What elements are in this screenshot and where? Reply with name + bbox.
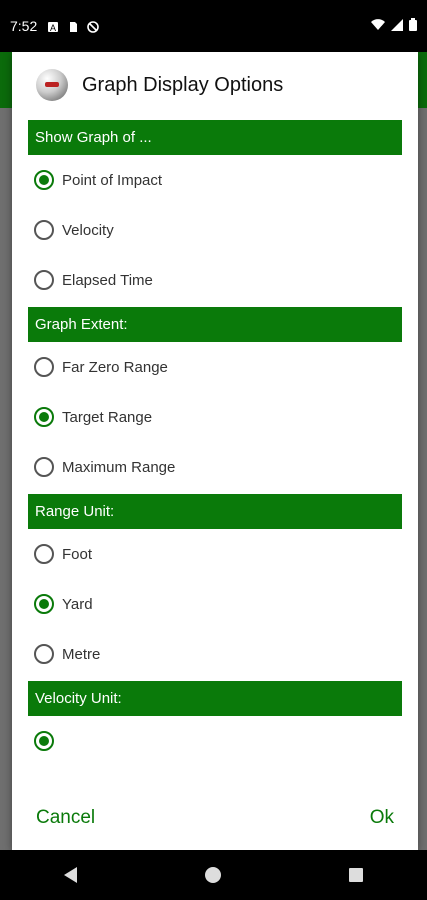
section-header-range-unit: Range Unit: (28, 494, 402, 529)
section-header-graph-extent: Graph Extent: (28, 307, 402, 342)
sd-card-icon (67, 20, 79, 32)
radio-foot[interactable] (34, 544, 54, 564)
ok-button[interactable]: Ok (370, 807, 394, 829)
option-yard[interactable]: Yard (12, 579, 418, 629)
option-maximum-range[interactable]: Maximum Range (12, 442, 418, 492)
option-label: Elapsed Time (62, 271, 153, 289)
graph-display-options-dialog: Graph Display Options Show Graph of ... … (12, 52, 418, 850)
radio-maximum-range[interactable] (34, 457, 54, 477)
option-label: Metre (62, 645, 101, 663)
radio-velocity[interactable] (34, 220, 54, 240)
radio-yard[interactable] (34, 594, 54, 614)
option-label: Target Range (62, 408, 153, 426)
options-scroll-area[interactable]: Show Graph of ... Point of Impact Veloci… (12, 118, 418, 786)
section-header-show-graph: Show Graph of ... (28, 120, 402, 155)
option-label: Point of Impact (62, 171, 163, 189)
recents-icon[interactable] (349, 868, 363, 882)
status-time: 7:52 (10, 18, 38, 34)
option-foot[interactable]: Foot (12, 529, 418, 579)
radio-elapsed-time[interactable] (34, 270, 54, 290)
app-bullet-icon (36, 69, 68, 101)
wifi-icon (371, 18, 385, 34)
radio-metre[interactable] (34, 644, 54, 664)
option-label: Velocity (62, 221, 114, 239)
option-label: Foot (62, 545, 93, 563)
option-far-zero-range[interactable]: Far Zero Range (12, 342, 418, 392)
option-label: Maximum Range (62, 458, 176, 476)
block-icon (87, 20, 100, 33)
option-velocity-unit-first[interactable] (12, 716, 418, 766)
navigation-bar (0, 850, 427, 900)
back-icon[interactable] (64, 867, 77, 883)
option-point-of-impact[interactable]: Point of Impact (12, 155, 418, 205)
radio-target-range[interactable] (34, 407, 54, 427)
signal-icon (391, 18, 403, 34)
radio-point-of-impact[interactable] (34, 170, 54, 190)
radio-far-zero-range[interactable] (34, 357, 54, 377)
dialog-title: Graph Display Options (82, 73, 284, 96)
option-elapsed-time[interactable]: Elapsed Time (12, 255, 418, 305)
radio-velocity-unit-first[interactable] (34, 731, 54, 751)
cancel-button[interactable]: Cancel (36, 807, 95, 829)
option-label: Yard (62, 595, 93, 613)
home-icon[interactable] (205, 867, 221, 883)
dialog-button-bar: Cancel Ok (12, 786, 418, 850)
option-target-range[interactable]: Target Range (12, 392, 418, 442)
option-velocity[interactable]: Velocity (12, 205, 418, 255)
section-header-velocity-unit: Velocity Unit: (28, 681, 402, 716)
dialog-header: Graph Display Options (12, 52, 418, 118)
notification-a-icon: A (47, 20, 59, 33)
status-bar: 7:52 A (0, 0, 427, 52)
option-metre[interactable]: Metre (12, 629, 418, 679)
option-label: Far Zero Range (62, 358, 168, 376)
svg-text:A: A (50, 23, 56, 33)
battery-icon (409, 18, 417, 34)
